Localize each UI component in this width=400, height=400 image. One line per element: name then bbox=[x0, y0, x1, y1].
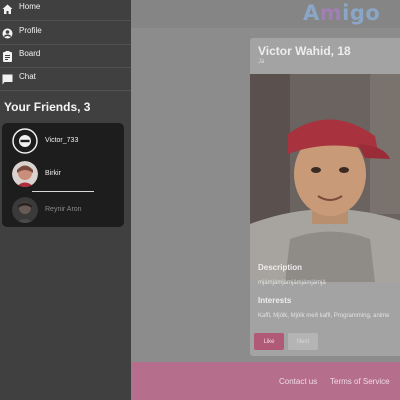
sidebar-item-chat[interactable]: Chat bbox=[0, 69, 131, 91]
description-text: mjámjámjámjámjámjámjá bbox=[258, 280, 326, 286]
profile-photo bbox=[250, 74, 400, 282]
friends-title: Your Friends, 3 bbox=[4, 100, 91, 114]
logo-letter: A bbox=[303, 1, 320, 25]
logo-letter: m bbox=[319, 1, 343, 25]
sidebar-item-profile[interactable]: Profile bbox=[0, 23, 131, 45]
profile-card: Victor Wahid, 18 Já Description mjámjámj… bbox=[250, 38, 400, 356]
home-icon bbox=[2, 2, 13, 14]
friend-item[interactable]: Reynir Aron bbox=[12, 197, 122, 223]
sidebar-item-label: Home bbox=[19, 2, 41, 11]
friend-name: Birkir bbox=[45, 170, 61, 177]
description-heading: Description bbox=[258, 263, 303, 272]
sidebar-item-label: Chat bbox=[19, 72, 36, 81]
friend-item[interactable]: Victor_733 bbox=[12, 128, 122, 154]
friend-item[interactable]: Birkir bbox=[12, 161, 122, 187]
friend-avatar bbox=[12, 197, 38, 223]
friend-name: Reynir Aron bbox=[45, 206, 82, 213]
sidebar-item-board[interactable]: Board bbox=[0, 46, 131, 68]
account-circle-icon bbox=[2, 26, 13, 39]
friend-name: Victor_733 bbox=[45, 137, 79, 144]
sidebar-item-label: Board bbox=[19, 49, 41, 58]
profile-subtitle: Já bbox=[258, 59, 265, 65]
interests-heading: Interests bbox=[258, 296, 292, 305]
blocked-avatar-icon bbox=[12, 128, 38, 154]
chat-bubble-icon bbox=[2, 72, 13, 85]
clipboard-icon bbox=[2, 49, 13, 62]
contact-us-link[interactable]: Contact us bbox=[279, 377, 317, 386]
profile-name: Victor Wahid, 18 bbox=[258, 44, 351, 58]
app-logo[interactable]: Amigo bbox=[303, 1, 380, 25]
sidebar-item-home[interactable]: Home bbox=[0, 0, 131, 21]
divider bbox=[32, 191, 94, 192]
next-button[interactable]: Next bbox=[288, 333, 318, 350]
terms-of-service-link[interactable]: Terms of Service bbox=[330, 377, 390, 386]
logo-letters: igo bbox=[342, 1, 381, 25]
like-button[interactable]: Like bbox=[254, 333, 284, 350]
friend-avatar bbox=[12, 161, 38, 187]
friends-list: Victor_733 Birkir Reynir Aron bbox=[2, 123, 124, 227]
sidebar-item-label: Profile bbox=[19, 26, 42, 35]
sidebar: Home Profile Board Chat Your Friends, 3 … bbox=[0, 0, 131, 400]
interests-text: Kaffi, Mjólk, Mjólk með kaffi, Programmi… bbox=[258, 313, 390, 319]
